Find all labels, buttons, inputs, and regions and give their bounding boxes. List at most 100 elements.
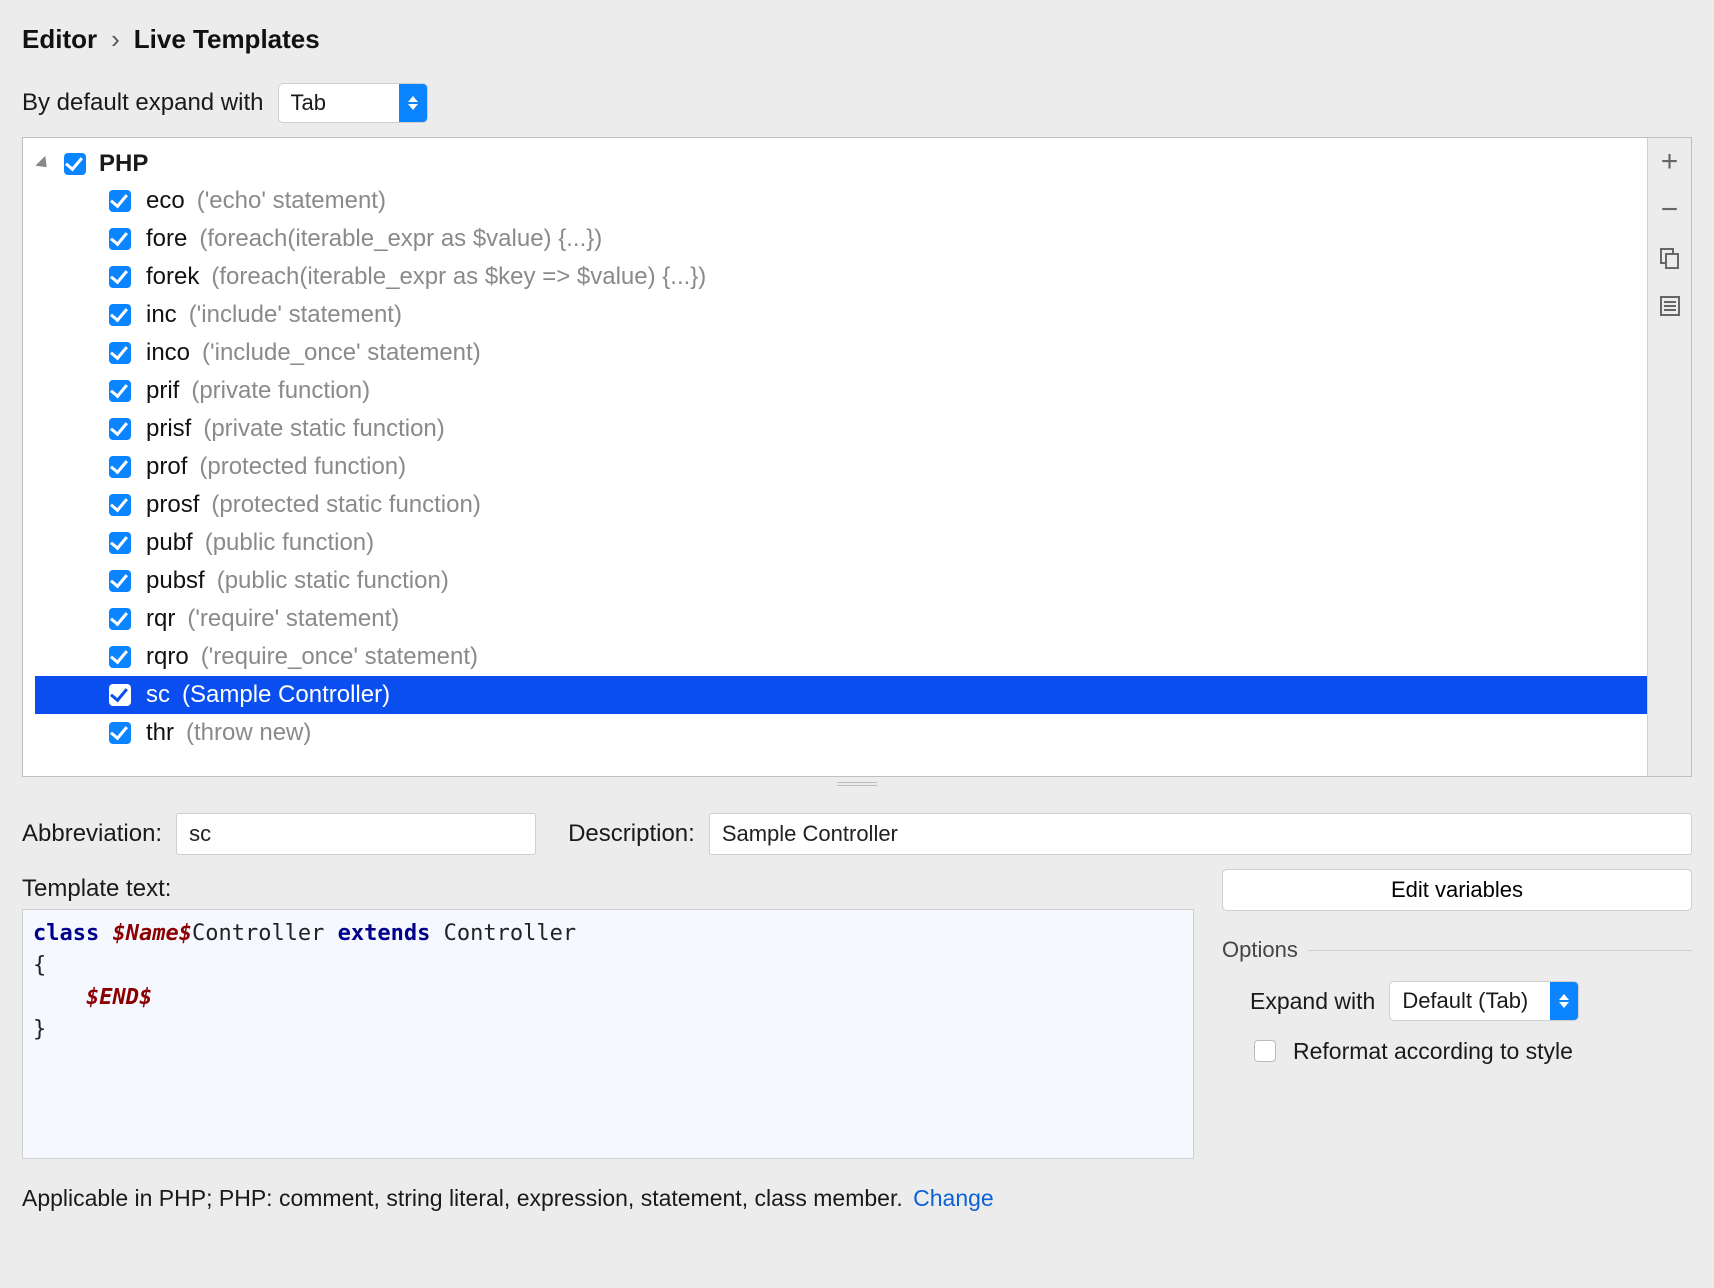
template-abbr: inc bbox=[146, 301, 177, 329]
divider bbox=[1308, 950, 1692, 951]
change-contexts-link[interactable]: Change bbox=[913, 1185, 994, 1211]
template-abbr: pubsf bbox=[146, 567, 205, 595]
template-item-inc[interactable]: inc ('include' statement) bbox=[105, 296, 1647, 334]
expand-with-value: Default (Tab) bbox=[1390, 982, 1550, 1020]
template-desc: (public static function) bbox=[217, 567, 449, 595]
template-checkbox[interactable] bbox=[109, 494, 131, 516]
default-expand-label: By default expand with bbox=[22, 89, 264, 117]
template-checkbox[interactable] bbox=[109, 722, 131, 744]
template-checkbox[interactable] bbox=[109, 342, 131, 364]
template-checkbox[interactable] bbox=[109, 646, 131, 668]
default-expand-select[interactable]: Tab bbox=[278, 83, 428, 123]
template-text-editor[interactable]: class $Name$Controller extends Controlle… bbox=[22, 909, 1194, 1159]
group-checkbox-php[interactable] bbox=[64, 153, 86, 175]
template-abbr: prisf bbox=[146, 415, 191, 443]
template-checkbox[interactable] bbox=[109, 266, 131, 288]
template-item-prosf[interactable]: prosf (protected static function) bbox=[105, 486, 1647, 524]
breadcrumb-live-templates[interactable]: Live Templates bbox=[134, 24, 320, 55]
templates-tree[interactable]: PHP eco ('echo' statement) fore (foreach(it… bbox=[23, 138, 1647, 776]
template-checkbox[interactable] bbox=[109, 456, 131, 478]
template-desc: (foreach(iterable_expr as $key => $value… bbox=[211, 263, 706, 291]
template-desc: (Sample Controller) bbox=[182, 681, 390, 709]
template-item-prif[interactable]: prif (private function) bbox=[105, 372, 1647, 410]
template-text-label: Template text: bbox=[22, 875, 1194, 903]
template-desc: (public function) bbox=[205, 529, 374, 557]
side-toolbar: + − bbox=[1647, 138, 1691, 776]
expand-with-select[interactable]: Default (Tab) bbox=[1389, 981, 1579, 1021]
reformat-label: Reformat according to style bbox=[1293, 1038, 1573, 1065]
applicable-text: Applicable in PHP; PHP: comment, string … bbox=[22, 1185, 903, 1211]
template-desc: (throw new) bbox=[186, 719, 311, 747]
template-item-rqro[interactable]: rqro('require_once' statement) bbox=[105, 638, 1647, 676]
default-expand-value: Tab bbox=[279, 84, 399, 122]
template-desc: ('require' statement) bbox=[187, 605, 399, 633]
templates-panel: PHP eco ('echo' statement) fore (foreach(it… bbox=[22, 137, 1692, 777]
resize-grip[interactable] bbox=[22, 777, 1692, 791]
template-abbr: inco bbox=[146, 339, 190, 367]
updown-icon bbox=[399, 84, 427, 122]
template-abbr: rqro bbox=[146, 643, 189, 671]
disclosure-triangle-icon[interactable] bbox=[35, 156, 51, 172]
template-desc: (protected function) bbox=[199, 453, 406, 481]
template-item-rqr[interactable]: rqr ('require' statement) bbox=[105, 600, 1647, 638]
template-checkbox[interactable] bbox=[109, 304, 131, 326]
expand-with-label: Expand with bbox=[1250, 988, 1375, 1015]
group-row-php[interactable]: PHP bbox=[35, 146, 1647, 182]
applicable-contexts: Applicable in PHP; PHP: comment, string … bbox=[22, 1185, 1692, 1212]
list-icon bbox=[1658, 294, 1682, 318]
template-item-prisf[interactable]: prisf (private static function) bbox=[105, 410, 1647, 448]
reformat-checkbox[interactable] bbox=[1254, 1040, 1276, 1062]
template-item-thr[interactable]: thr (throw new) bbox=[105, 714, 1647, 752]
duplicate-button[interactable] bbox=[1658, 246, 1682, 270]
edit-variables-button[interactable]: Edit variables bbox=[1222, 869, 1692, 911]
template-item-inco[interactable]: inco ('include_once' statement) bbox=[105, 334, 1647, 372]
chevron-right-icon: › bbox=[111, 24, 120, 55]
template-abbr: prof bbox=[146, 453, 187, 481]
template-desc: (private static function) bbox=[203, 415, 444, 443]
template-checkbox[interactable] bbox=[109, 608, 131, 630]
breadcrumb: Editor › Live Templates bbox=[22, 24, 1692, 55]
template-abbr: pubf bbox=[146, 529, 193, 557]
template-abbr: fore bbox=[146, 225, 187, 253]
options-title: Options bbox=[1222, 937, 1298, 963]
minus-icon: − bbox=[1661, 193, 1679, 227]
updown-icon bbox=[1550, 982, 1578, 1020]
template-item-pubf[interactable]: pubf (public function) bbox=[105, 524, 1647, 562]
template-checkbox[interactable] bbox=[109, 684, 131, 706]
template-checkbox[interactable] bbox=[109, 380, 131, 402]
description-input[interactable] bbox=[709, 813, 1692, 855]
add-button[interactable]: + bbox=[1658, 150, 1682, 174]
remove-button[interactable]: − bbox=[1658, 198, 1682, 222]
template-checkbox[interactable] bbox=[109, 190, 131, 212]
template-item-sc[interactable]: sc (Sample Controller) bbox=[35, 676, 1647, 714]
template-desc: (protected static function) bbox=[211, 491, 480, 519]
abbreviation-input[interactable] bbox=[176, 813, 536, 855]
template-item-forek[interactable]: forek (foreach(iterable_expr as $key => $… bbox=[105, 258, 1647, 296]
template-checkbox[interactable] bbox=[109, 532, 131, 554]
template-checkbox[interactable] bbox=[109, 418, 131, 440]
template-checkbox[interactable] bbox=[109, 228, 131, 250]
duplicate-icon bbox=[1658, 246, 1682, 270]
template-abbr: sc bbox=[146, 681, 170, 709]
template-item-prof[interactable]: prof (protected function) bbox=[105, 448, 1647, 486]
breadcrumb-editor[interactable]: Editor bbox=[22, 24, 97, 55]
template-abbr: forek bbox=[146, 263, 199, 291]
settings-list-button[interactable] bbox=[1658, 294, 1682, 318]
template-desc: ('include' statement) bbox=[189, 301, 402, 329]
template-desc: (private function) bbox=[191, 377, 370, 405]
template-abbr: prif bbox=[146, 377, 179, 405]
template-checkbox[interactable] bbox=[109, 570, 131, 592]
template-abbr: rqr bbox=[146, 605, 175, 633]
template-abbr: prosf bbox=[146, 491, 199, 519]
abbreviation-label: Abbreviation: bbox=[22, 820, 162, 848]
description-label: Description: bbox=[568, 820, 695, 848]
template-item-fore[interactable]: fore (foreach(iterable_expr as $value) {.… bbox=[105, 220, 1647, 258]
template-abbr: thr bbox=[146, 719, 174, 747]
template-abbr: eco bbox=[146, 187, 185, 215]
template-desc: ('echo' statement) bbox=[197, 187, 386, 215]
group-name: PHP bbox=[99, 150, 148, 178]
template-item-pubsf[interactable]: pubsf (public static function) bbox=[105, 562, 1647, 600]
template-item-eco[interactable]: eco ('echo' statement) bbox=[105, 182, 1647, 220]
template-desc: (foreach(iterable_expr as $value) {...}) bbox=[199, 225, 602, 253]
template-desc: ('include_once' statement) bbox=[202, 339, 481, 367]
